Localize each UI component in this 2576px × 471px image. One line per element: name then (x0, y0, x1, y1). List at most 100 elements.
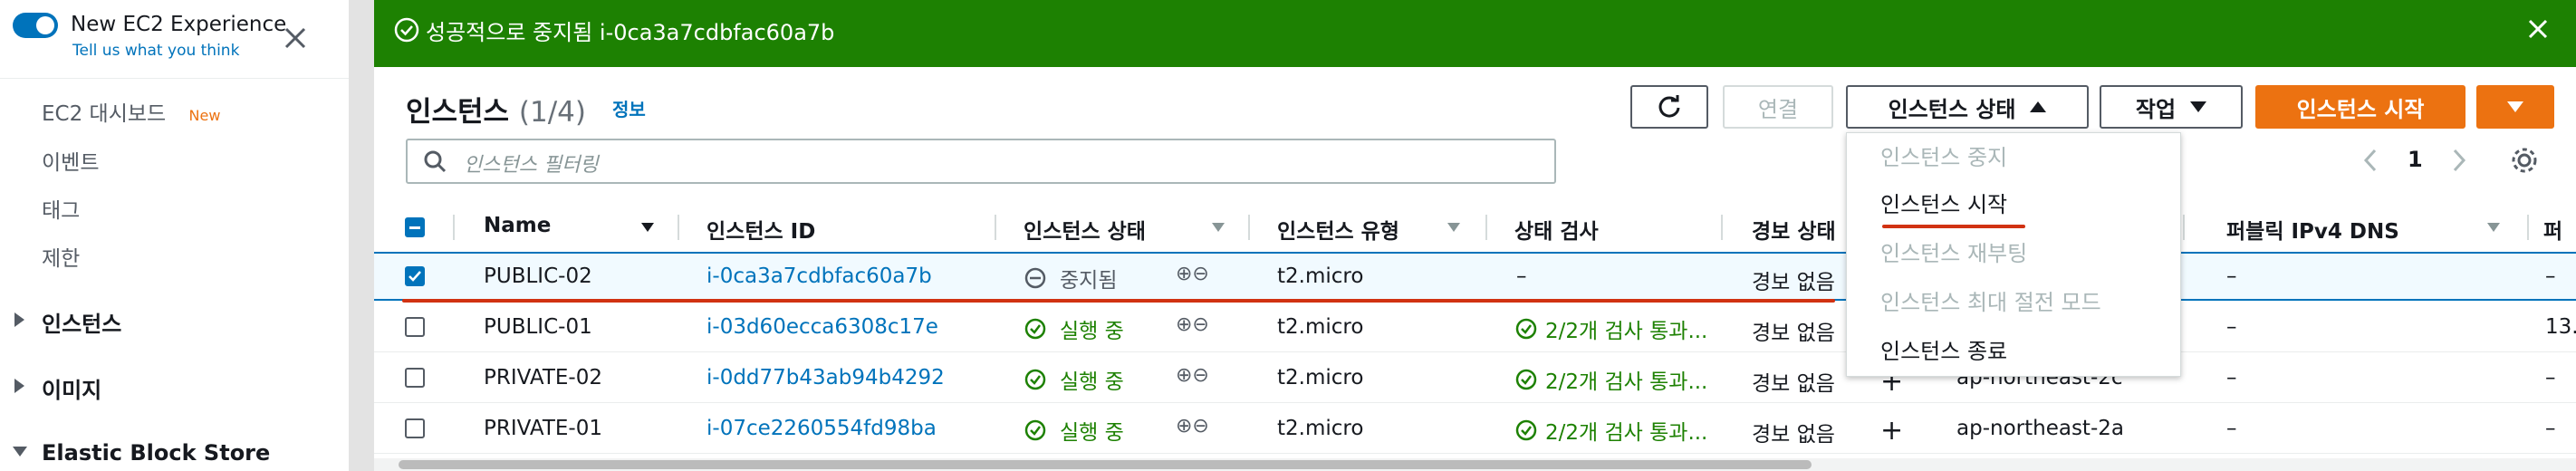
sort-icon[interactable] (1212, 223, 1225, 232)
cell-instance-type: t2.micro (1277, 366, 1364, 389)
column-header-alarm-status[interactable]: 경보 상태 (1752, 214, 1836, 245)
highlight-underline (1882, 225, 2025, 228)
cell-status-check: – (1516, 264, 1527, 288)
indeterminate-mark (409, 226, 420, 229)
column-header-instance-id[interactable]: 인스턴스 ID (706, 214, 815, 245)
table-row[interactable] (374, 353, 2576, 403)
column-divider (2183, 215, 2185, 240)
actions-button[interactable]: 작업 (2100, 85, 2243, 129)
zoom-icons[interactable]: ⊕⊖ (1176, 415, 1209, 437)
launch-options-button[interactable] (2476, 85, 2554, 129)
zoom-icons[interactable]: ⊕⊖ (1176, 263, 1209, 285)
plus-icon[interactable]: + (1880, 415, 1903, 447)
table-row[interactable] (374, 404, 2576, 454)
cell-instance-type: t2.micro (1277, 315, 1364, 339)
cell-availability-zone: ap-northeast-2a (1956, 417, 2124, 440)
column-header-instance-state[interactable]: 인스턴스 상태 (1024, 214, 1146, 245)
search-icon (424, 150, 447, 173)
cell-instance-id-link[interactable]: i-0dd77b43ab94b4292 (706, 366, 945, 389)
sort-icon[interactable] (641, 223, 654, 232)
feedback-link[interactable]: Tell us what you think (72, 42, 239, 60)
refresh-icon (1658, 95, 1680, 118)
page-title: 인스턴스 (1/4) (406, 89, 586, 130)
cell-public-ip: – (2545, 417, 2556, 440)
cell-public-dns: – (2226, 315, 2237, 339)
column-header-name[interactable]: Name (484, 214, 551, 237)
zoom-icons[interactable]: ⊕⊖ (1176, 313, 1209, 336)
column-header-public-dns[interactable]: 퍼블릭 IPv4 DNS (2226, 214, 2399, 245)
page-number[interactable]: 1 (2408, 147, 2423, 172)
cell-instance-state: 실행 중 (1060, 320, 1124, 343)
menu-item-stop-instance[interactable]: 인스턴스 중지 (1880, 139, 2007, 171)
select-all-checkbox[interactable] (405, 217, 425, 237)
cell-public-dns: – (2226, 417, 2237, 440)
column-divider (453, 215, 455, 240)
running-icon (1024, 419, 1046, 441)
running-icon (1024, 369, 1046, 390)
caret-down-icon (2190, 101, 2207, 112)
cell-public-ip: – (2545, 366, 2556, 389)
zoom-icons[interactable]: ⊕⊖ (1176, 364, 1209, 387)
close-icon[interactable] (279, 22, 312, 54)
sort-icon[interactable] (2487, 223, 2500, 232)
caret-right-icon[interactable] (14, 312, 24, 327)
menu-item-start-instance[interactable]: 인스턴스 시작 (1880, 187, 2007, 218)
refresh-button[interactable] (1630, 85, 1708, 129)
table-row[interactable] (374, 303, 2576, 352)
sidebar-item-events[interactable]: 이벤트 (42, 145, 99, 176)
caret-down-icon (2507, 101, 2523, 112)
menu-item-hibernate-instance[interactable]: 인스턴스 최대 절전 모드 (1880, 284, 2101, 316)
cell-name: PUBLIC-02 (484, 264, 592, 288)
sidebar: New EC2 Experience Tell us what you thin… (0, 0, 350, 471)
stopped-icon (1024, 267, 1046, 289)
sidebar-item-tags[interactable]: 태그 (42, 193, 80, 224)
column-header-instance-type[interactable]: 인스턴스 유형 (1277, 214, 1399, 245)
check-passed-icon (1515, 318, 1537, 340)
sidebar-item-limits[interactable]: 제한 (42, 241, 80, 272)
sidebar-divider (0, 78, 349, 79)
cell-public-ip: – (2545, 264, 2556, 288)
column-divider (995, 215, 996, 240)
connect-button[interactable]: 연결 (1723, 85, 1833, 129)
flash-message: 성공적으로 중지됨 i-0ca3a7cdbfac60a7b (426, 20, 835, 45)
menu-item-terminate-instance[interactable]: 인스턴스 종료 (1880, 333, 2007, 365)
launch-instances-button[interactable]: 인스턴스 시작 (2255, 85, 2465, 129)
instance-state-button[interactable]: 인스턴스 상태 (1846, 85, 2089, 129)
row-checkbox[interactable] (405, 418, 425, 438)
row-checkbox[interactable] (405, 317, 425, 337)
sidebar-group-ebs[interactable]: Elastic Block Store (42, 440, 270, 466)
sort-icon[interactable] (1447, 223, 1460, 232)
new-experience-toggle[interactable] (13, 13, 58, 38)
column-divider (678, 215, 679, 240)
cell-instance-id-link[interactable]: i-0ca3a7cdbfac60a7b (706, 264, 932, 288)
gear-icon[interactable] (2509, 145, 2540, 176)
chevron-right-icon[interactable] (2447, 147, 2471, 174)
check-icon (409, 271, 421, 282)
row-checkbox[interactable] (405, 368, 425, 388)
chevron-left-icon[interactable] (2359, 147, 2382, 174)
sidebar-group-instances[interactable]: 인스턴스 (42, 306, 121, 338)
search-placeholder: 인스턴스 필터링 (464, 154, 599, 177)
column-divider (2527, 215, 2529, 240)
info-link[interactable]: 정보 (612, 95, 646, 121)
sidebar-item-ec2-dashboard[interactable]: EC2 대시보드 New (42, 96, 220, 127)
cell-status-check: 2/2개 검사 통과... (1545, 320, 1708, 343)
cell-instance-id-link[interactable]: i-03d60ecca6308c17e (706, 315, 938, 339)
caret-down-icon[interactable] (13, 447, 27, 457)
sidebar-item-label: EC2 대시보드 (42, 102, 167, 126)
caret-right-icon[interactable] (14, 379, 24, 393)
cell-instance-state: 실행 중 (1060, 370, 1124, 394)
cell-instance-id-link[interactable]: i-07ce2260554fd98ba (706, 417, 937, 440)
cell-public-dns: – (2226, 366, 2237, 389)
actions-label: 작업 (2135, 96, 2177, 122)
column-header-status-check[interactable]: 상태 검사 (1514, 214, 1599, 245)
cell-name: PRIVATE-02 (484, 366, 602, 389)
table-row[interactable] (374, 252, 2576, 301)
sidebar-group-images[interactable]: 이미지 (42, 372, 101, 404)
check-passed-icon (1515, 419, 1537, 441)
close-icon[interactable] (2523, 14, 2552, 43)
row-checkbox[interactable] (405, 266, 425, 286)
cell-alarm-status: 경보 없음 (1752, 423, 1835, 447)
menu-item-reboot-instance[interactable]: 인스턴스 재부팅 (1880, 236, 2027, 267)
scrollbar-thumb[interactable] (399, 460, 1812, 469)
